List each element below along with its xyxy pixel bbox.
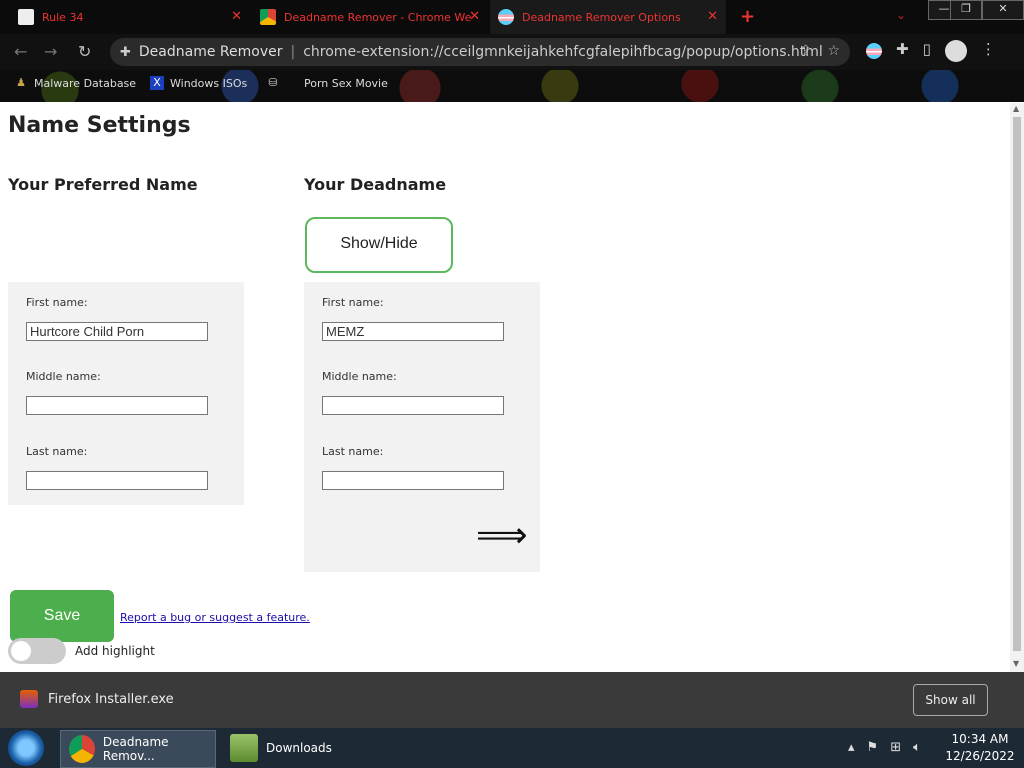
- deadname-last-label: Last name:: [322, 445, 384, 458]
- tab-title: Deadname Remover - Chrome We: [284, 10, 472, 24]
- url-text: chrome-extension://cceilgmnkeijahkehfcgf…: [303, 44, 823, 60]
- tab-title: Deadname Remover Options: [522, 10, 681, 24]
- tab-close-icon[interactable]: ✕: [707, 9, 718, 24]
- preferred-middle-name-input[interactable]: [26, 396, 208, 415]
- scroll-up-icon[interactable]: ▲: [1013, 104, 1019, 113]
- omnibox-actions: ⇪ ☆: [800, 43, 840, 59]
- report-bug-link[interactable]: Report a bug or suggest a feature.: [120, 611, 310, 624]
- webstore-icon: [260, 9, 276, 25]
- bookmark-porn-sex-movie[interactable]: ⛁ Porn Sex Movie: [266, 76, 388, 90]
- preferred-middle-label: Middle name:: [26, 370, 101, 383]
- tab-title: Rule 34: [42, 10, 84, 24]
- preferred-name-heading: Your Preferred Name: [8, 175, 198, 194]
- window-close-button[interactable]: ✕: [982, 0, 1024, 20]
- scroll-down-icon[interactable]: ▼: [1013, 659, 1019, 668]
- show-all-button[interactable]: Show all: [913, 684, 988, 716]
- action-center-flag-icon[interactable]: ⚑: [867, 740, 879, 755]
- preferred-last-label: Last name:: [26, 445, 88, 458]
- options-page: Name Settings Your Preferred Name Your D…: [0, 103, 1010, 672]
- downloads-folder-icon: [230, 734, 258, 762]
- taskbar-item-chrome[interactable]: Deadname Remov...: [60, 730, 216, 768]
- preferred-name-panel: First name: Middle name: Last name:: [8, 282, 244, 505]
- new-tab-icon[interactable]: +: [740, 6, 755, 27]
- taskbar-item-downloads[interactable]: Downloads: [222, 730, 372, 766]
- preferred-last-name-input[interactable]: [26, 471, 208, 490]
- extensions-puzzle-icon[interactable]: ✚: [896, 40, 909, 62]
- double-arrow-right-icon: ⟹: [476, 515, 528, 556]
- deadname-last-name-input[interactable]: [322, 471, 504, 490]
- page-scrollbar[interactable]: ▲ ▼: [1010, 103, 1024, 672]
- tab-rule34[interactable]: Rule 34 ✕: [10, 0, 250, 34]
- tab-strip: Rule 34 ✕ Deadname Remover - Chrome We ✕…: [0, 0, 1024, 34]
- tab-close-icon[interactable]: ✕: [469, 9, 480, 24]
- windows-taskbar: Deadname Remov... Downloads ▴ ⚑ ⊞ 🔈︎ 10:…: [0, 728, 1024, 768]
- network-icon[interactable]: ⊞: [890, 740, 901, 755]
- preferred-first-name-input[interactable]: [26, 322, 208, 341]
- side-panel-icon[interactable]: ▯: [923, 40, 931, 62]
- trans-flag-icon: [498, 9, 514, 25]
- show-hide-button[interactable]: Show/Hide: [305, 217, 453, 273]
- download-item[interactable]: Firefox Installer.exe: [20, 690, 174, 708]
- tab-webstore[interactable]: Deadname Remover - Chrome We ✕: [252, 0, 488, 34]
- taskbar-item-label: Deadname Remov...: [102, 735, 169, 763]
- share-icon[interactable]: ⇪: [800, 43, 812, 59]
- tab-search-icon[interactable]: ⌄: [896, 8, 906, 22]
- extension-icon: ✚: [120, 44, 131, 60]
- system-tray: ▴ ⚑ ⊞ 🔈︎: [848, 740, 921, 755]
- person-icon: ♟: [16, 76, 26, 89]
- firefox-installer-icon: [20, 690, 38, 708]
- site-favicon-icon: ⛁: [268, 76, 278, 89]
- tab-favicon-icon: [18, 9, 34, 25]
- highlight-toggle-label: Add highlight: [75, 644, 155, 658]
- bookmarks-bar: ♟ Malware Database X Windows ISOs ⛁ Porn…: [0, 70, 1024, 102]
- bookmark-label: Windows ISOs: [170, 76, 248, 90]
- tray-expand-icon[interactable]: ▴: [848, 740, 855, 755]
- bookmark-star-icon[interactable]: ☆: [827, 43, 840, 59]
- download-shelf: Firefox Installer.exe Show all: [0, 672, 1024, 728]
- clock-date: 12/26/2022: [945, 749, 1015, 763]
- clock-time: 10:34 AM: [951, 732, 1009, 746]
- deadname-remover-extension-icon[interactable]: [866, 43, 882, 59]
- volume-icon[interactable]: 🔈︎: [913, 740, 921, 755]
- bookmark-label: Malware Database: [34, 76, 137, 90]
- page-title: Name Settings: [8, 113, 191, 138]
- tab-options[interactable]: Deadname Remover Options ✕: [490, 0, 726, 34]
- address-bar[interactable]: ✚ Deadname Remover | chrome-extension://…: [110, 38, 850, 66]
- reload-icon[interactable]: ↻: [78, 42, 91, 61]
- taskbar-clock[interactable]: 10:34 AM 12/26/2022: [940, 731, 1020, 765]
- save-button[interactable]: Save: [10, 590, 114, 642]
- bookmark-malware-database[interactable]: ♟ Malware Database: [14, 76, 136, 90]
- deadname-first-label: First name:: [322, 296, 384, 309]
- scrollbar-thumb[interactable]: [1013, 117, 1021, 651]
- profile-avatar[interactable]: [944, 40, 967, 62]
- toggle-knob: [11, 641, 31, 661]
- omnibox-divider: |: [290, 44, 296, 60]
- deadname-middle-name-input[interactable]: [322, 396, 504, 415]
- toolbar-right: ✚ ▯ ⋮: [866, 40, 996, 62]
- tab-close-icon[interactable]: ✕: [231, 9, 242, 24]
- forward-icon[interactable]: →: [44, 42, 57, 61]
- x-logo-icon: X: [150, 76, 164, 90]
- start-orb-icon[interactable]: [8, 730, 44, 766]
- deadname-middle-label: Middle name:: [322, 370, 397, 383]
- menu-kebab-icon[interactable]: ⋮: [981, 40, 996, 62]
- site-name: Deadname Remover: [138, 44, 283, 60]
- highlight-toggle[interactable]: [8, 638, 66, 664]
- back-icon[interactable]: ←: [14, 42, 27, 61]
- restore-button[interactable]: ❐: [950, 0, 982, 20]
- taskbar-item-label: Downloads: [266, 741, 332, 755]
- bookmark-label: Porn Sex Movie: [304, 76, 388, 90]
- bookmark-windows-isos[interactable]: X Windows ISOs: [150, 76, 247, 90]
- download-filename: Firefox Installer.exe: [48, 691, 174, 707]
- chrome-icon: [69, 735, 95, 763]
- deadname-heading: Your Deadname: [304, 175, 447, 194]
- deadname-first-name-input[interactable]: [322, 322, 504, 341]
- preferred-first-label: First name:: [26, 296, 88, 309]
